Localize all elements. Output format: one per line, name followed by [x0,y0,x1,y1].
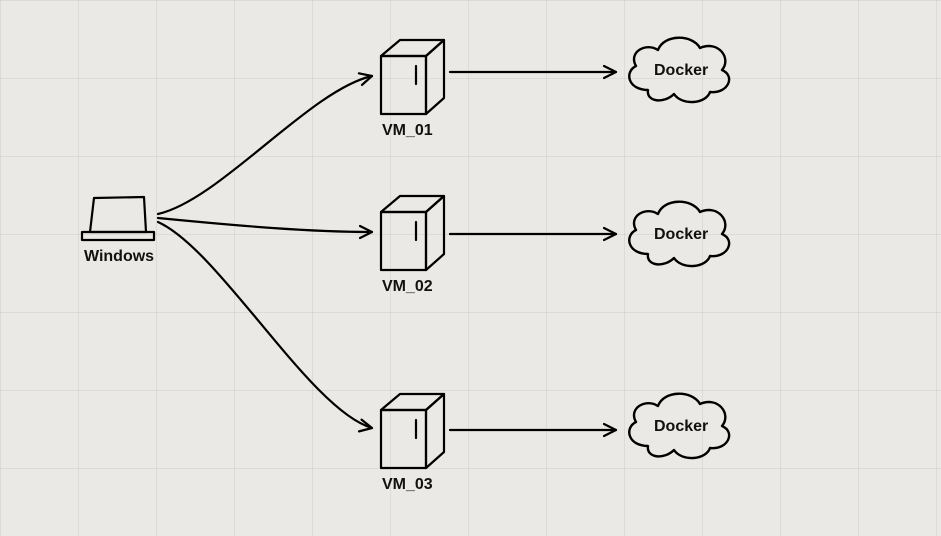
arrow-vm2-to-docker2 [450,228,616,240]
arrow-vm3-to-docker3 [450,424,616,436]
vm3-label: VM_03 [382,476,433,494]
vm-box-1 [381,40,444,114]
cloud2-label: Docker [654,226,708,244]
cloud3-label: Docker [654,418,708,436]
arrow-vm1-to-docker1 [450,66,616,78]
arrow-windows-to-vm3 [158,222,373,434]
arrow-windows-to-vm2 [158,218,372,238]
vm2-label: VM_02 [382,278,433,296]
vm1-label: VM_01 [382,122,433,140]
laptop-icon [82,197,154,240]
cloud1-label: Docker [654,62,708,80]
vm-box-2 [381,196,444,270]
diagram-canvas [0,0,941,536]
source-label: Windows [84,248,154,266]
vm-box-3 [381,394,444,468]
arrow-windows-to-vm1 [158,70,374,214]
